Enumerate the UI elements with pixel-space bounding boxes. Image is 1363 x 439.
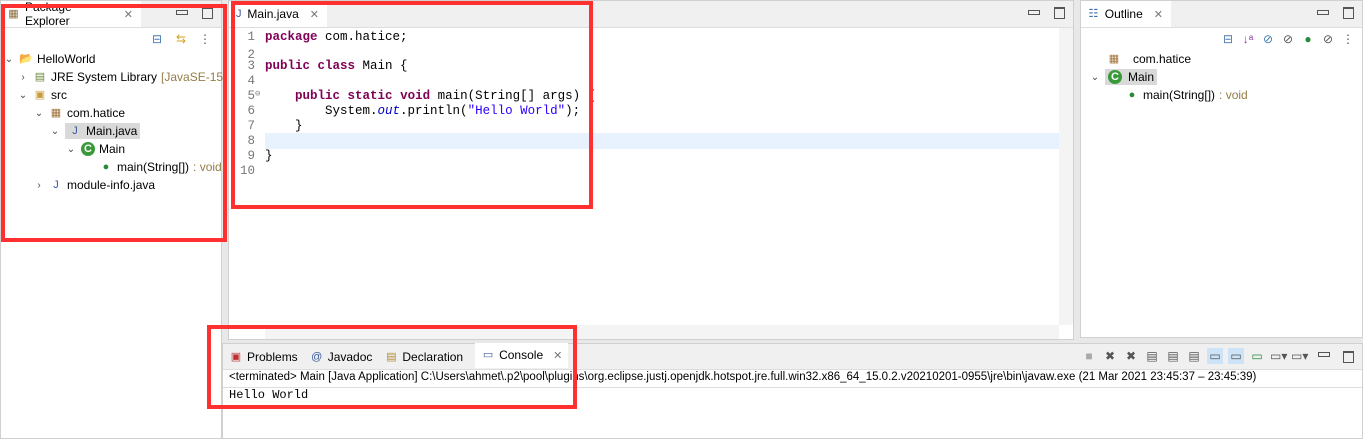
outline-item-method[interactable]: ● main(String[]): void bbox=[1125, 86, 1248, 104]
outline-item-package[interactable]: ▦ com.hatice bbox=[1107, 50, 1191, 68]
maximize-button[interactable] bbox=[1343, 7, 1354, 19]
chevron-down-icon[interactable]: ⌄ bbox=[1089, 72, 1101, 83]
pin-console-icon[interactable]: ▭ bbox=[1249, 348, 1265, 364]
show-on-stdout-icon[interactable]: ▭ bbox=[1207, 348, 1223, 364]
outline-tabbar: ☷ Outline ✕ bbox=[1081, 1, 1362, 28]
hide-fields-icon[interactable]: ⊘ bbox=[1260, 31, 1276, 47]
close-icon[interactable]: ✕ bbox=[1154, 8, 1163, 21]
terminate-icon[interactable]: ■ bbox=[1081, 348, 1097, 364]
display-console-icon[interactable]: ▭▾ bbox=[1270, 348, 1287, 364]
tree-label: Main bbox=[1128, 70, 1155, 84]
annotation-box-console bbox=[207, 325, 577, 409]
minimize-button[interactable] bbox=[1318, 352, 1330, 357]
annotation-box-package-explorer bbox=[1, 4, 227, 242]
remove-all-terminated-icon[interactable]: ✖ bbox=[1123, 348, 1139, 364]
outline-panel: ☷ Outline ✕ ⊟ ↓ᵃ ⊘ ⊘ ● ⊘ ⋮ ▦ com.hatice ⌄… bbox=[1080, 0, 1363, 338]
open-console-icon[interactable]: ▭▾ bbox=[1291, 348, 1308, 364]
minimize-button[interactable] bbox=[1028, 10, 1040, 15]
remove-launch-icon[interactable]: ✖ bbox=[1102, 348, 1118, 364]
maximize-button[interactable] bbox=[1343, 351, 1354, 363]
method-icon: ● bbox=[1128, 89, 1136, 101]
show-on-stderr-icon[interactable]: ▭ bbox=[1228, 348, 1244, 364]
vertical-scrollbar[interactable] bbox=[1059, 28, 1073, 325]
outline-icon: ☷ bbox=[1088, 8, 1099, 20]
collapse-all-icon[interactable]: ⊟ bbox=[1220, 31, 1236, 47]
class-icon: C bbox=[1108, 70, 1122, 84]
tab-label: Outline bbox=[1104, 7, 1143, 21]
word-wrap-icon[interactable]: ▤ bbox=[1186, 348, 1202, 364]
tree-suffix: : void bbox=[1219, 88, 1248, 102]
outline-item-main[interactable]: ⌄ C Main bbox=[1089, 68, 1158, 86]
scroll-lock-icon[interactable]: ▤ bbox=[1165, 348, 1181, 364]
view-menu-icon[interactable]: ⋮ bbox=[1340, 31, 1356, 47]
hide-static-icon[interactable]: ⊘ bbox=[1280, 31, 1296, 47]
package-icon: ▦ bbox=[1108, 53, 1120, 65]
hide-nonpublic-icon[interactable]: ● bbox=[1300, 31, 1316, 47]
hide-local-types-icon[interactable]: ⊘ bbox=[1320, 31, 1336, 47]
sort-icon[interactable]: ↓ᵃ bbox=[1240, 31, 1256, 47]
tree-label: com.hatice bbox=[1133, 52, 1192, 66]
tree-label: main(String[]) bbox=[1143, 88, 1216, 102]
annotation-box-editor bbox=[231, 1, 593, 209]
tab-outline[interactable]: ☷ Outline ✕ bbox=[1081, 1, 1171, 27]
minimize-button[interactable] bbox=[1317, 10, 1329, 15]
clear-console-icon[interactable]: ▤ bbox=[1144, 348, 1160, 364]
maximize-button[interactable] bbox=[1054, 7, 1065, 19]
